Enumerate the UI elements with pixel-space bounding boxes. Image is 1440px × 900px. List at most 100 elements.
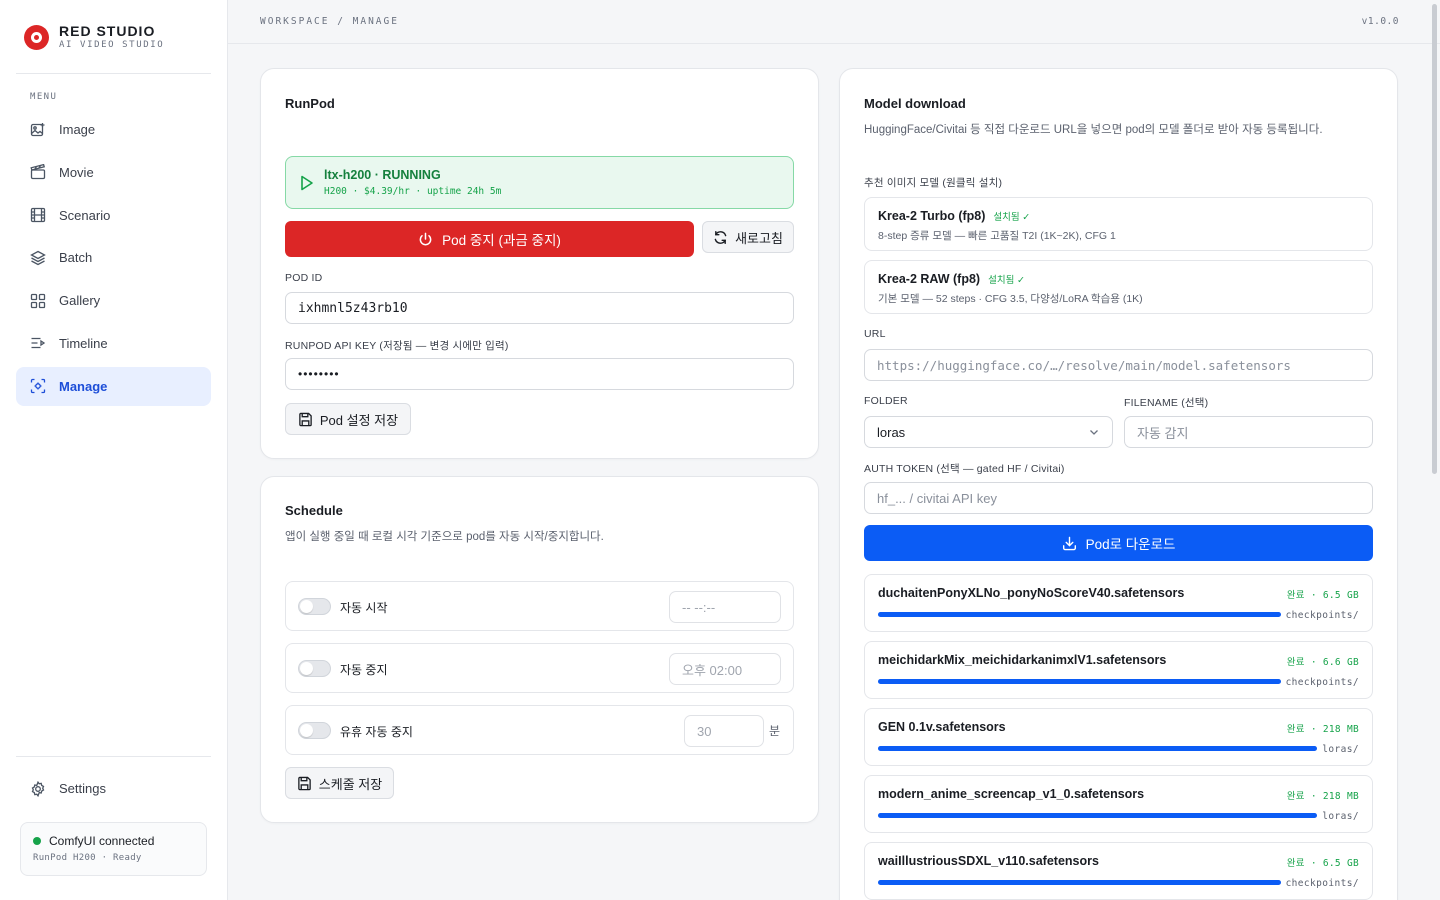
download-status: 완료 · 6.5 GB <box>1286 590 1359 601</box>
sidebar-item-label: Batch <box>59 250 93 266</box>
schedule-row-label: 자동 시작 <box>340 601 388 615</box>
refresh-button[interactable]: 새로고침 <box>702 221 794 253</box>
gear-icon <box>30 780 46 797</box>
save-schedule-button[interactable]: 스케줄 저장 <box>285 767 394 799</box>
sidebar-item-manage[interactable]: Manage <box>16 366 211 406</box>
save-schedule-label: 스케줄 저장 <box>318 776 383 792</box>
save-icon <box>298 412 313 427</box>
installed-badge: 설치됨 ✓ <box>993 212 1031 223</box>
model-download-card: Model download HuggingFace/Civitai 등 직접 … <box>839 68 1398 900</box>
recommended-label: 추천 이미지 모델 (원클릭 설치) <box>864 177 1003 189</box>
api-key-label: RUNPOD API KEY (저장됨 — 변경 시에만 입력) <box>285 340 509 352</box>
schedule-row-auto-stop: 자동 중지 오후 02:00 <box>285 643 794 693</box>
download-progress-track <box>878 612 1281 617</box>
sidebar-item-settings[interactable]: Settings <box>16 769 211 808</box>
api-key-input[interactable]: •••••••• <box>285 358 794 390</box>
download-progress-fill <box>878 679 1281 684</box>
schedule-row-label: 자동 중지 <box>340 663 388 677</box>
filename-input[interactable]: 자동 감지 <box>1124 416 1373 448</box>
version-label: v1.0.0 <box>1361 16 1399 27</box>
download-to-pod-button[interactable]: Pod로 다운로드 <box>864 525 1373 561</box>
model-description: 기본 모델 — 52 steps · CFG 3.5, 다양성/LoRA 학습용… <box>878 293 1143 305</box>
download-file-name: modern_anime_screencap_v1_0.safetensors <box>878 787 1145 801</box>
layers-icon <box>30 250 46 266</box>
download-progress-track <box>878 813 1317 818</box>
schedule-row-label: 유휴 자동 중지 <box>340 725 413 739</box>
recommended-model-item[interactable]: Krea-2 RAW (fp8) 설치됨 ✓ 기본 모델 — 52 steps … <box>864 260 1373 314</box>
download-item: duchaitenPonyXLNo_ponyNoScoreV40.safeten… <box>864 574 1373 632</box>
divider <box>16 73 211 74</box>
idle-stop-toggle[interactable] <box>298 722 331 739</box>
clapperboard-icon <box>30 164 46 180</box>
sidebar-item-scenario[interactable]: Scenario <box>16 196 211 235</box>
download-folder: checkpoints/ <box>1285 677 1359 688</box>
download-progress-fill <box>878 746 1317 751</box>
download-folder: checkpoints/ <box>1285 878 1359 889</box>
model-description: 8-step 증류 모델 — 빠른 고품질 T2I (1K~2K), CFG 1 <box>878 230 1116 242</box>
pod-id-label: POD ID <box>285 272 323 284</box>
download-progress-fill <box>878 813 1317 818</box>
pod-status-title: ltx-h200 · RUNNING <box>324 168 441 182</box>
sidebar-item-movie[interactable]: Movie <box>16 153 211 192</box>
pod-id-input[interactable]: ixhmnl5z43rb10 <box>285 292 794 324</box>
schedule-card: Schedule 앱이 실행 중일 때 로컬 시각 기준으로 pod를 자동 시… <box>260 476 819 823</box>
status-dot-icon <box>33 837 41 845</box>
sidebar-item-label: Image <box>59 122 96 137</box>
download-item: modern_anime_screencap_v1_0.safetensors … <box>864 775 1373 833</box>
refresh-icon <box>713 230 728 245</box>
auto-stop-toggle[interactable] <box>298 660 331 677</box>
sidebar-item-label: Timeline <box>59 335 108 351</box>
download-file-name: GEN 0.1v.safetensors <box>878 720 1006 734</box>
filename-label: FILENAME (선택) <box>1124 397 1209 409</box>
grid-icon <box>30 293 46 309</box>
url-label: URL <box>864 328 886 340</box>
auto-start-time-input[interactable]: -- --:-- <box>669 591 781 623</box>
topbar: WORKSPACE / MANAGE v1.0.0 <box>228 0 1440 44</box>
connection-title: ComfyUI connected <box>49 834 155 848</box>
folder-label: FOLDER <box>864 395 908 407</box>
sidebar-item-timeline[interactable]: Timeline <box>16 324 211 363</box>
sidebar-item-image[interactable]: Image <box>16 110 211 149</box>
save-pod-settings-label: Pod 설정 저장 <box>319 412 399 428</box>
download-folder: loras/ <box>1322 811 1359 822</box>
sidebar-item-label: Scenario <box>59 207 111 223</box>
download-progress-fill <box>878 880 1281 885</box>
schedule-row-idle-stop: 유휴 자동 중지 30 분 <box>285 705 794 755</box>
download-folder: loras/ <box>1322 744 1359 755</box>
download-status: 완료 · 6.6 GB <box>1286 657 1359 668</box>
download-status: 완료 · 6.5 GB <box>1286 858 1359 869</box>
pod-status-subtitle: H200 · $4.39/hr · uptime 24h 5m <box>324 186 502 197</box>
folder-select[interactable]: loras <box>864 416 1113 448</box>
auto-start-toggle[interactable] <box>298 598 331 615</box>
sidebar-item-batch[interactable]: Batch <box>16 238 211 277</box>
sidebar-item-label: Gallery <box>59 293 101 309</box>
sidebar-item-gallery[interactable]: Gallery <box>16 281 211 320</box>
model-name: Krea-2 RAW (fp8) <box>878 272 981 286</box>
download-icon <box>1062 536 1077 551</box>
auto-stop-time-input[interactable]: 오후 02:00 <box>669 653 781 685</box>
page-scrollbar[interactable] <box>1432 4 1437 474</box>
brand[interactable]: RED STUDIO AI VIDEO STUDIO <box>24 24 164 50</box>
play-icon <box>300 175 314 191</box>
save-pod-settings-button[interactable]: Pod 설정 저장 <box>285 403 411 435</box>
divider <box>16 756 211 757</box>
settings-label: Settings <box>59 781 106 796</box>
download-file-name: meichidarkMix_meichidarkanimxlV1.safeten… <box>878 653 1167 667</box>
stop-pod-button[interactable]: Pod 중지 (과금 중지) <box>285 221 694 257</box>
sidebar: RED STUDIO AI VIDEO STUDIO MENU Image Mo… <box>0 0 228 900</box>
manage-icon <box>30 378 46 394</box>
save-icon <box>297 776 312 791</box>
folder-select-value: loras <box>877 424 906 440</box>
download-file-name: waiIllustriousSDXL_v110.safetensors <box>878 854 1099 868</box>
recommended-model-item[interactable]: Krea-2 Turbo (fp8) 설치됨 ✓ 8-step 증류 모델 — … <box>864 197 1373 251</box>
model-download-description: HuggingFace/Civitai 등 직접 다운로드 URL을 넣으면 p… <box>864 124 1323 136</box>
auth-token-input[interactable]: hf_... / civitai API key <box>864 482 1373 514</box>
card-title: Model download <box>864 96 966 111</box>
idle-minutes-input[interactable]: 30 <box>684 715 764 747</box>
url-input[interactable]: https://huggingface.co/…/resolve/main/mo… <box>864 349 1373 381</box>
schedule-row-auto-start: 자동 시작 -- --:-- <box>285 581 794 631</box>
model-name: Krea-2 Turbo (fp8) <box>878 209 986 223</box>
download-progress-fill <box>878 612 1281 617</box>
power-icon <box>418 232 433 247</box>
download-item: meichidarkMix_meichidarkanimxlV1.safeten… <box>864 641 1373 699</box>
